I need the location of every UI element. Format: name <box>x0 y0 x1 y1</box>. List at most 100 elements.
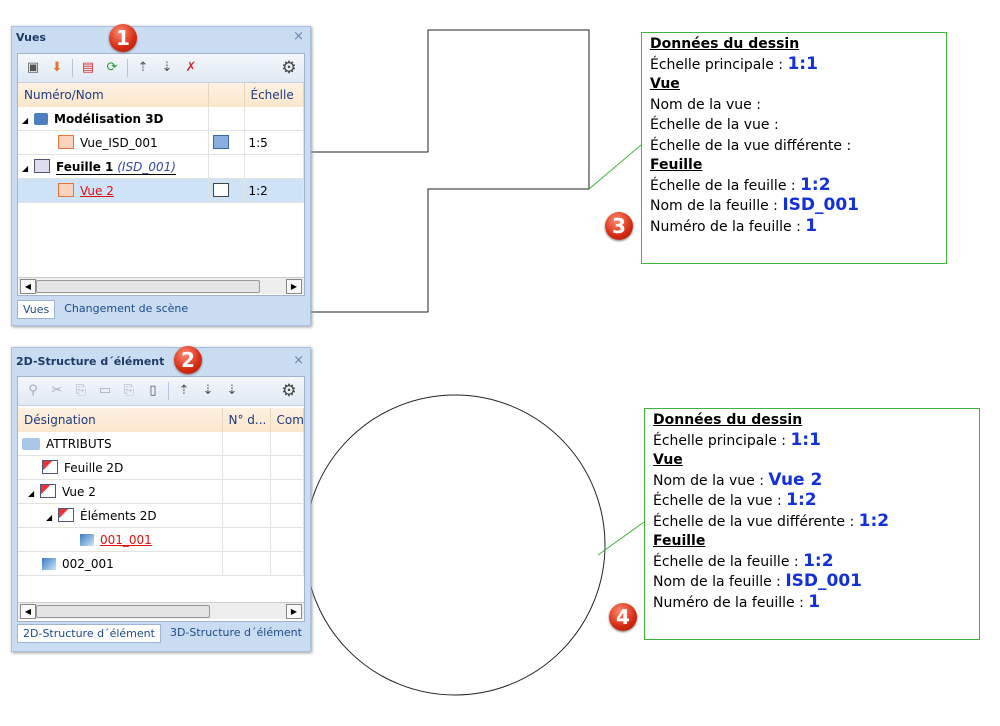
field-value: ISD_001 <box>782 195 859 215</box>
arrow-down-icon[interactable]: ⬇ <box>48 59 66 77</box>
view-icon <box>58 135 74 149</box>
collapse-all-icon[interactable]: ⇡ <box>175 382 193 400</box>
table-row[interactable]: Vue 2 1:2 <box>18 178 304 203</box>
table-row[interactable]: Vue_ISD_001 1:5 <box>18 130 304 155</box>
paste-new-icon[interactable]: ▯ <box>144 382 162 400</box>
layer-icon <box>40 484 56 498</box>
callout-badge-4: 4 <box>609 603 637 631</box>
field-line: Échelle de la vue différente : <box>650 137 852 154</box>
table-row[interactable]: ◢ Feuille 1 (ISD_001) <box>18 154 304 179</box>
field-value: 1:2 <box>858 510 890 531</box>
section-heading: Vue <box>650 76 680 92</box>
sheet-icon[interactable]: ▤ <box>79 59 97 77</box>
field-line: Échelle de la vue : <box>650 117 779 133</box>
table-row[interactable]: Feuille 2D <box>18 455 304 480</box>
leader-line-3 <box>588 144 642 190</box>
field-value: ISD_001 <box>785 571 862 591</box>
close-icon[interactable]: × <box>293 353 304 368</box>
copy-icon[interactable]: ⎘ <box>72 382 90 400</box>
cut-icon[interactable]: ✂ <box>48 382 66 400</box>
column-header[interactable]: Com <box>270 408 304 432</box>
horizontal-scrollbar[interactable]: ◀ ▶ <box>18 277 304 294</box>
field-value: 1 <box>805 215 818 236</box>
section-heading: Feuille <box>650 157 703 173</box>
new-view-icon[interactable]: ▣ <box>24 59 42 77</box>
field-line: Nom de la feuille : ISD_001 <box>653 571 862 591</box>
table-row[interactable]: 002_001 <box>18 551 304 576</box>
cube-icon <box>212 135 229 149</box>
column-header[interactable]: N° d... <box>222 408 271 432</box>
field-value: 1:2 <box>800 174 831 195</box>
layer-icon <box>58 508 74 522</box>
field-value: 1:1 <box>787 53 818 74</box>
vues-panel: Vues × ▣ ⬇ ▤ ⟳ ⇡ ⇣ ✗ ⚙ Numéro/Nom Échelle… <box>11 26 311 326</box>
table-row[interactable]: ◢ Modélisation 3D <box>18 107 304 131</box>
callout-badge-1: 1 <box>109 24 137 52</box>
field-line: Échelle de la vue : 1:2 <box>653 490 817 510</box>
field-line: Numéro de la feuille : 1 <box>653 591 821 612</box>
field-line: Échelle principale : 1:1 <box>653 429 821 450</box>
section-heading: Données du dessin <box>650 36 800 52</box>
tab-3d-structure[interactable]: 3D-Structure d´élément <box>165 624 307 643</box>
element-icon <box>80 533 94 546</box>
field-line: Échelle de la feuille : 1:2 <box>650 174 831 195</box>
folder-icon <box>22 437 40 450</box>
section-heading: Vue <box>653 452 683 468</box>
expand-all-icon[interactable]: ⇣ <box>158 59 176 77</box>
expand-level-2-icon[interactable]: ⇣ <box>199 382 217 400</box>
element-icon <box>42 557 56 570</box>
callout-badge-2: 2 <box>174 346 202 374</box>
tab-changement-de-scene[interactable]: Changement de scène <box>59 300 193 319</box>
field-value: 1:2 <box>786 490 817 510</box>
expand-level-3-icon[interactable]: ⇣ <box>223 382 241 400</box>
field-line: Échelle principale : 1:1 <box>650 53 818 74</box>
drawing-data-box-empty: Données du dessin Échelle principale : 1:… <box>641 32 947 264</box>
paste-icon[interactable]: ▭ <box>96 382 114 400</box>
field-value: 1:1 <box>790 429 821 450</box>
sheet-icon <box>34 159 50 173</box>
table-row[interactable]: 001_001 <box>18 527 304 552</box>
panel-title: Vues <box>16 31 46 44</box>
field-line: Échelle de la feuille : 1:2 <box>653 550 834 571</box>
field-line: Échelle de la vue différente : 1:2 <box>653 510 890 531</box>
tab-2d-structure[interactable]: 2D-Structure d´élément <box>17 624 161 643</box>
callout-badge-3: 3 <box>605 212 633 240</box>
3d-model-icon <box>34 112 48 125</box>
field-line: Nom de la vue : Vue 2 <box>653 469 823 490</box>
toolbar: ⚲ ✂ ⎘ ▭ ⎘ ▯ ⇡ ⇣ ⇣ ⚙ <box>18 377 304 406</box>
field-line: Numéro de la feuille : 1 <box>650 215 818 236</box>
table-row[interactable]: ◢ Éléments 2D <box>18 503 304 528</box>
table-row[interactable]: ATTRIBUTS <box>18 432 304 456</box>
column-header[interactable]: Échelle <box>244 83 304 107</box>
collapse-all-icon[interactable]: ⇡ <box>134 59 152 77</box>
search-icon[interactable]: ⚲ <box>24 382 42 400</box>
column-header[interactable] <box>208 83 245 107</box>
toolbar: ▣ ⬇ ▤ ⟳ ⇡ ⇣ ✗ ⚙ <box>18 54 304 83</box>
section-heading: Feuille <box>653 533 706 549</box>
panel-title: 2D-Structure d´élément <box>16 355 165 368</box>
section-heading: Données du dessin <box>653 412 803 428</box>
gear-icon[interactable]: ⚙ <box>280 382 298 400</box>
column-header[interactable]: Numéro/Nom <box>18 83 209 107</box>
view-icon <box>58 183 74 197</box>
paste-special-icon[interactable]: ⎘ <box>120 382 138 400</box>
structure-panel: 2D-Structure d´élément × ⚲ ✂ ⎘ ▭ ⎘ ▯ ⇡ ⇣… <box>11 347 311 652</box>
drawing-data-box-filled: Données du dessin Échelle principale : 1:… <box>644 408 980 640</box>
cube-outline-icon <box>212 183 229 197</box>
field-value: 1 <box>808 591 821 612</box>
structure-table: Désignation N° d... Com ATTRIBUTS Feuille … <box>18 408 304 576</box>
field-line: Nom de la vue : <box>650 96 761 113</box>
table-row[interactable]: ◢ Vue 2 <box>18 479 304 504</box>
circle-connector <box>304 394 606 696</box>
refresh-icon[interactable]: ⟳ <box>103 59 121 77</box>
field-line: Nom de la feuille : ISD_001 <box>650 195 859 215</box>
tab-vues[interactable]: Vues <box>17 300 56 319</box>
gear-icon[interactable]: ⚙ <box>280 59 298 77</box>
horizontal-scrollbar[interactable]: ◀ ▶ <box>18 602 304 619</box>
layer-icon <box>42 460 58 474</box>
field-value: 1:2 <box>803 550 834 571</box>
close-icon[interactable]: × <box>293 29 304 44</box>
stepped-connector <box>310 29 590 313</box>
column-header[interactable]: Désignation <box>18 408 223 432</box>
sort-clear-icon[interactable]: ✗ <box>182 59 200 77</box>
